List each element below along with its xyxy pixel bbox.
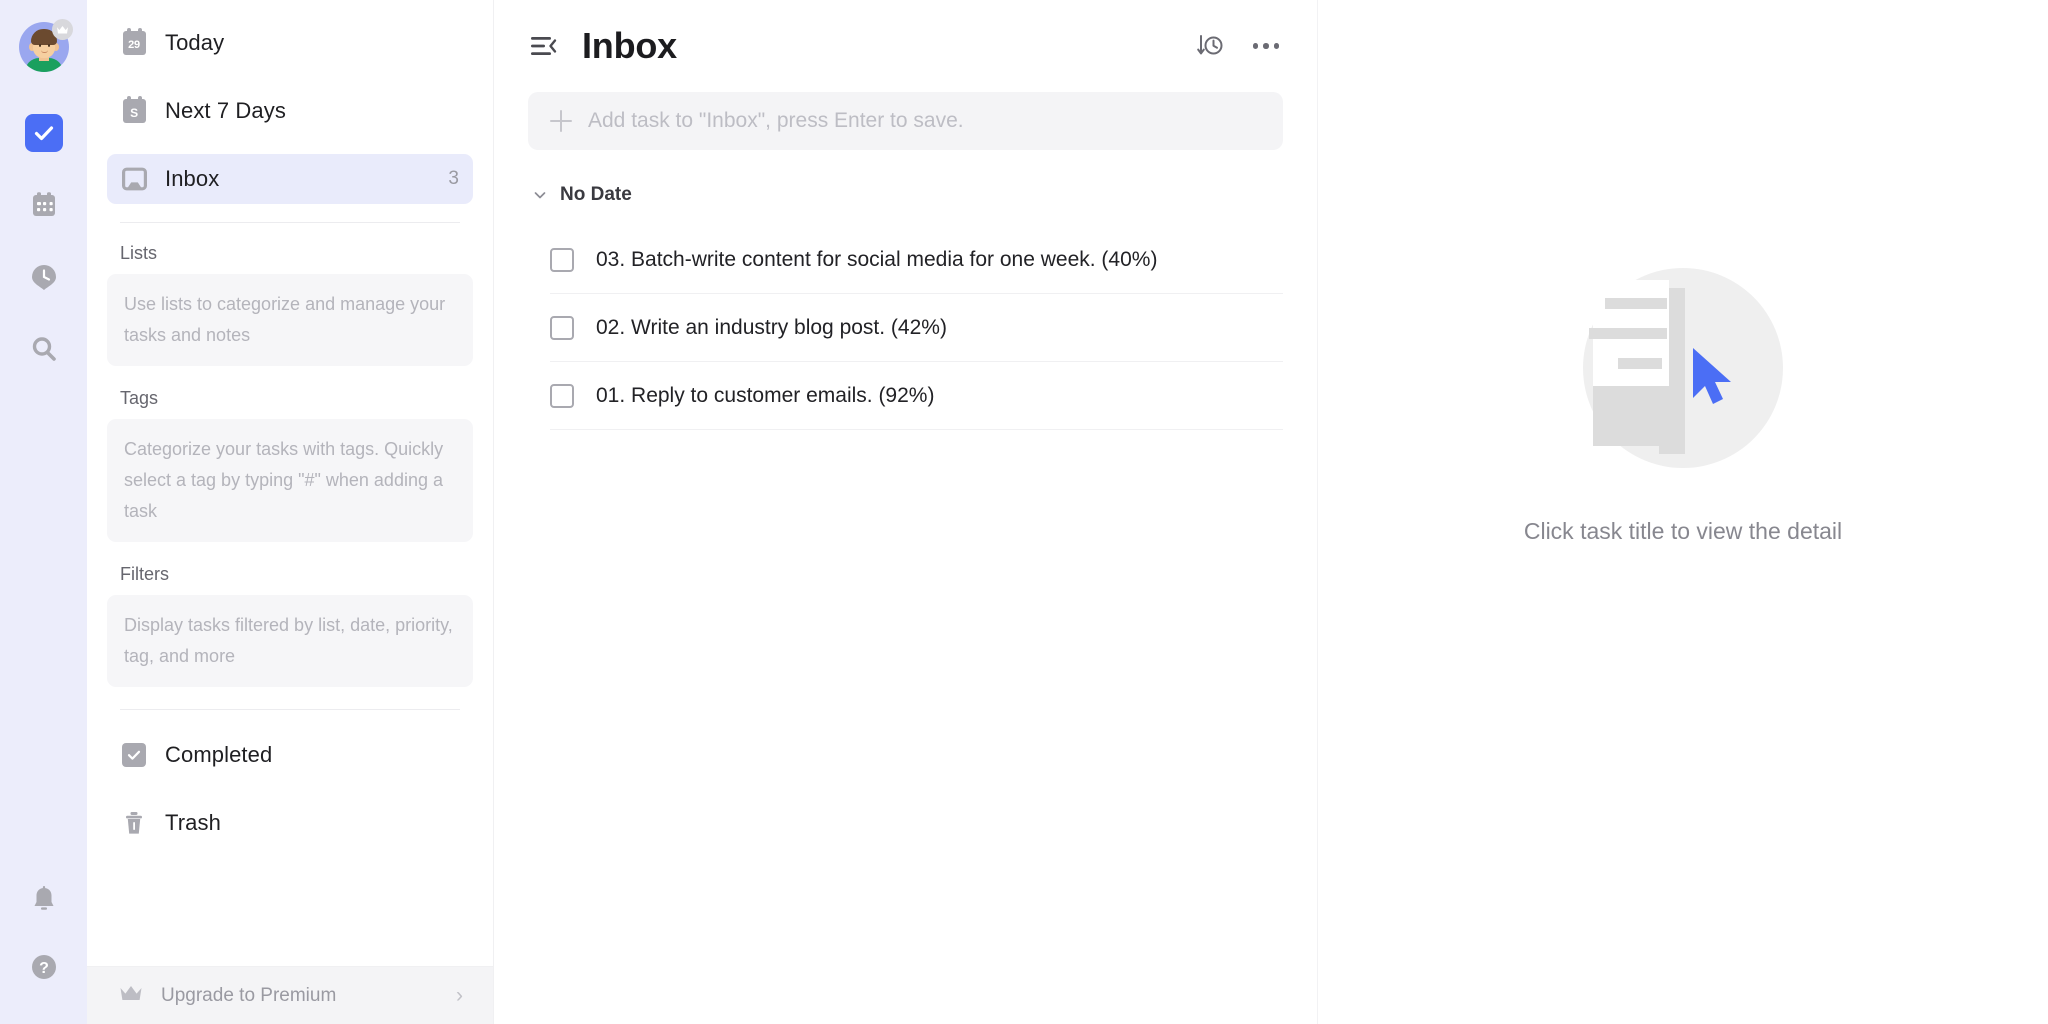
sidebar-item-today[interactable]: 29 Today — [107, 18, 473, 68]
sidebar-scroll: 29 Today S Next 7 Days Inbox 3 Lists Use… — [87, 0, 493, 966]
lists-empty-hint[interactable]: Use lists to categorize and manage your … — [107, 274, 473, 366]
empty-state-text: Click task title to view the detail — [1523, 518, 1843, 544]
left-icon-rail: ? — [0, 0, 87, 1024]
sidebar-divider-2 — [120, 709, 460, 710]
app-window: ? 29 Today S Next 7 Days Inbox 3 Lists U… — [0, 0, 2048, 1024]
sidebar-item-label: Today — [165, 30, 225, 55]
sort-by-time-icon[interactable] — [1195, 31, 1225, 61]
sidebar-item-trash[interactable]: Trash — [107, 798, 473, 848]
more-options-icon[interactable] — [1251, 31, 1281, 61]
trash-icon — [121, 810, 147, 836]
calendar-29-icon: 29 — [121, 28, 147, 56]
calendar-day-number: 29 — [128, 39, 140, 51]
inbox-tray-icon — [121, 166, 147, 192]
task-row[interactable]: 01. Reply to customer emails. (92%) — [528, 362, 1283, 430]
upgrade-label: Upgrade to Premium — [161, 984, 337, 1006]
sidebar-section-filters: Filters Display tasks filtered by list, … — [107, 564, 473, 687]
add-task-input[interactable]: Add task to "Inbox", press Enter to save… — [528, 92, 1283, 150]
premium-crown-badge — [51, 19, 73, 40]
completed-check-icon — [121, 742, 147, 768]
task-list: 03. Batch-write content for social media… — [528, 226, 1283, 430]
sidebar-item-label: Inbox — [165, 166, 220, 191]
rail-item-calendar[interactable] — [25, 186, 63, 224]
list-panel-header: Inbox — [528, 0, 1283, 92]
empty-document-cursor-illustration — [1583, 268, 1783, 468]
task-checkbox[interactable] — [550, 384, 574, 408]
upgrade-to-premium-button[interactable]: Upgrade to Premium › — [87, 966, 493, 1024]
rail-bottom-group: ? — [0, 880, 87, 986]
tags-empty-hint[interactable]: Categorize your tasks with tags. Quickly… — [107, 419, 473, 542]
calendar-7days-icon: S — [121, 96, 147, 124]
sidebar-item-label: Completed — [165, 742, 273, 767]
task-title[interactable]: 03. Batch-write content for social media… — [596, 248, 1157, 272]
crown-icon — [119, 984, 143, 1007]
chevron-down-icon[interactable] — [532, 187, 548, 203]
sidebar-section-tags: Tags Categorize your tasks with tags. Qu… — [107, 388, 473, 542]
help-icon[interactable]: ? — [25, 948, 63, 986]
section-title: Filters — [120, 564, 169, 584]
add-task-placeholder: Add task to "Inbox", press Enter to save… — [588, 109, 964, 132]
task-list-panel: Inbox Add task to "Inbox", press Enter t… — [494, 0, 1318, 1024]
task-row[interactable]: 03. Batch-write content for social media… — [528, 226, 1283, 294]
sidebar-divider — [120, 222, 460, 223]
sidebar-item-label: Next 7 Days — [165, 98, 286, 123]
avatar[interactable] — [18, 19, 73, 72]
sidebar-item-count: 3 — [448, 168, 459, 189]
task-detail-panel: Click task title to view the detail — [1318, 0, 2048, 1024]
rail-item-search[interactable] — [25, 330, 63, 368]
collapse-sidebar-icon[interactable] — [530, 31, 560, 61]
rail-icon-group — [24, 114, 63, 368]
task-group-label: No Date — [560, 184, 632, 205]
chevron-right-icon: › — [456, 983, 463, 1007]
task-checkbox[interactable] — [550, 248, 574, 272]
task-title[interactable]: 01. Reply to customer emails. (92%) — [596, 384, 934, 408]
svg-text:?: ? — [39, 960, 49, 977]
rail-item-tasks[interactable] — [24, 114, 63, 152]
sidebar-item-next-7-days[interactable]: S Next 7 Days — [107, 86, 473, 136]
task-group-header-no-date[interactable]: No Date — [532, 176, 1283, 214]
sidebar-item-inbox[interactable]: Inbox 3 — [107, 154, 473, 204]
calendar-letter: S — [130, 106, 138, 120]
sidebar-item-label: Trash — [165, 810, 221, 835]
sidebar-item-completed[interactable]: Completed — [107, 730, 473, 780]
header-actions — [1195, 31, 1281, 61]
task-row[interactable]: 02. Write an industry blog post. (42%) — [528, 294, 1283, 362]
task-title[interactable]: 02. Write an industry blog post. (42%) — [596, 316, 947, 340]
plus-icon — [550, 110, 572, 132]
sidebar: 29 Today S Next 7 Days Inbox 3 Lists Use… — [87, 0, 494, 1024]
rail-item-focus[interactable] — [25, 258, 63, 296]
filters-empty-hint[interactable]: Display tasks filtered by list, date, pr… — [107, 595, 473, 687]
task-checkbox[interactable] — [550, 316, 574, 340]
sidebar-section-lists: Lists Use lists to categorize and manage… — [107, 243, 473, 366]
section-title: Tags — [120, 388, 159, 408]
bell-icon[interactable] — [25, 880, 63, 918]
section-title: Lists — [120, 243, 158, 263]
page-title: Inbox — [582, 25, 677, 66]
